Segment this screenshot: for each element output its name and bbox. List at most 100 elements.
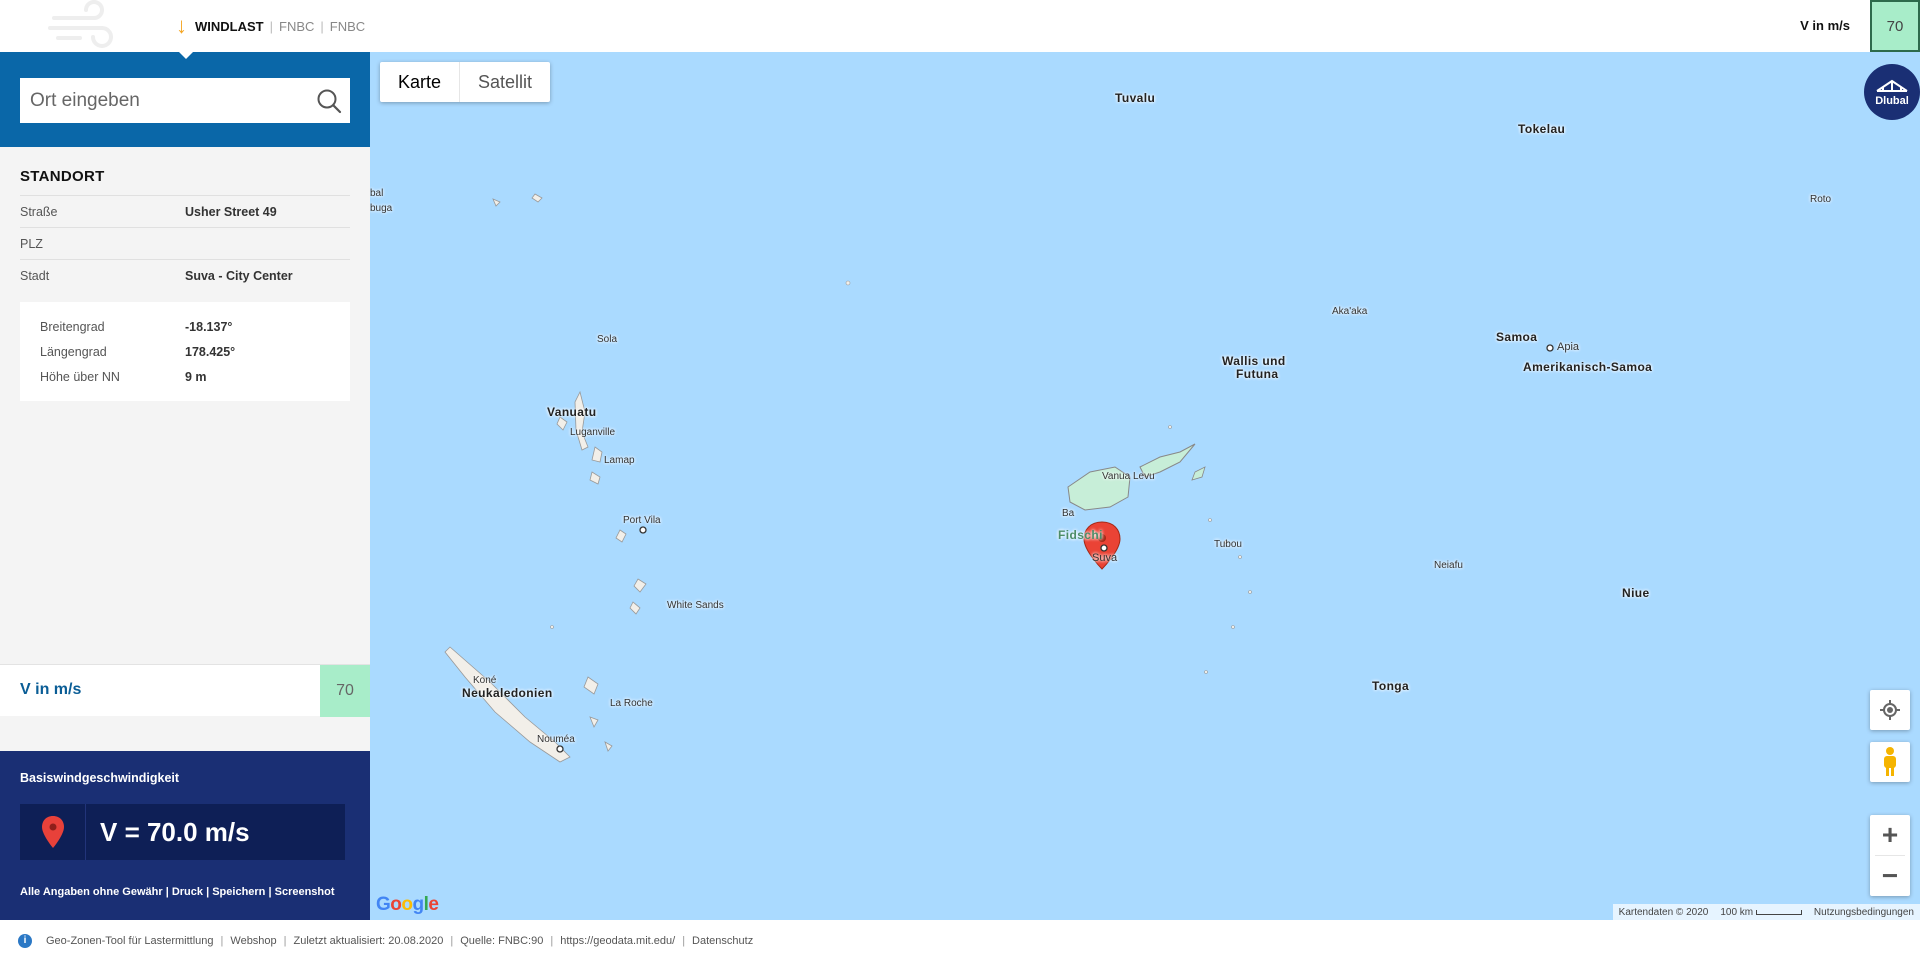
coord-row-elevation: Höhe über NN 9 m xyxy=(40,364,330,389)
search-input[interactable] xyxy=(30,80,310,121)
map-type-satellite-button[interactable]: Satellit xyxy=(460,62,550,102)
footer-item-updated: Zuletzt aktualisiert: 20.08.2020 xyxy=(293,934,444,947)
address-row-city: Stadt Suva - City Center xyxy=(20,260,350,292)
map-label: Apia xyxy=(1557,341,1580,353)
search-icon[interactable] xyxy=(316,88,342,114)
info-icon[interactable]: i xyxy=(18,933,32,948)
nav-item-windlast[interactable]: WINDLAST xyxy=(195,19,264,34)
map-scale[interactable]: 100 km xyxy=(1720,907,1802,918)
my-location-button[interactable] xyxy=(1870,690,1910,730)
print-link[interactable]: Druck xyxy=(172,886,203,898)
footer-separator: | xyxy=(283,934,287,947)
address-row-street: Straße Usher Street 49 xyxy=(20,196,350,228)
sidebar: STANDORT Straße Usher Street 49 PLZ Stad… xyxy=(0,52,370,920)
location-title: STANDORT xyxy=(20,168,350,196)
coord-value: 178.425° xyxy=(185,344,236,359)
link-separator: | xyxy=(206,886,210,898)
dlubal-logo-text: Dlubal xyxy=(1875,95,1909,107)
map-label: Koné xyxy=(473,675,497,686)
v-band-label: V in m/s xyxy=(20,681,82,698)
map-label: bal xyxy=(370,188,384,199)
link-separator: | xyxy=(268,886,272,898)
terms-link[interactable]: Nutzungsbedingungen xyxy=(1814,907,1914,918)
map-label: Vanuatu xyxy=(547,405,597,419)
map-label: buga xyxy=(370,203,393,214)
map-label: Nouméa xyxy=(537,734,575,745)
dlubal-logo[interactable]: Dlubal xyxy=(1864,64,1920,120)
coordinates-box: Breitengrad -18.137° Längengrad 178.425°… xyxy=(20,302,350,401)
map-label: Sola xyxy=(597,334,618,345)
map-type-control: Karte Satellit xyxy=(380,62,551,102)
zoom-out-button[interactable]: − xyxy=(1870,856,1910,896)
map-label: White Sands xyxy=(667,600,724,611)
header-v-label: V in m/s xyxy=(1800,18,1850,33)
disclaimer-link[interactable]: Alle Angaben ohne Gewähr xyxy=(20,886,163,898)
coord-value: 9 m xyxy=(185,369,207,384)
google-logo: Google xyxy=(376,894,439,915)
map-label: Lamap xyxy=(604,455,635,466)
map-label: Roto xyxy=(1810,194,1832,205)
nav-item-fnbc-1[interactable]: FNBC xyxy=(279,19,314,34)
footer: i Geo-Zonen-Tool für Lastermittlung | We… xyxy=(0,920,1920,961)
address-value: Usher Street 49 xyxy=(185,204,277,219)
footer-separator: | xyxy=(450,934,454,947)
coord-label: Breitengrad xyxy=(40,319,105,334)
map-label: Tuvalu xyxy=(1115,91,1156,105)
map-label: Niue xyxy=(1622,586,1650,600)
result-title: Basiswindgeschwindigkeit xyxy=(20,771,180,785)
coord-label: Längengrad xyxy=(40,344,107,359)
address-label: Straße xyxy=(20,204,58,219)
footer-item-privacy[interactable]: Datenschutz xyxy=(692,935,753,947)
map-label: Tubou xyxy=(1214,539,1242,550)
map-label: Neiafu xyxy=(1434,560,1463,571)
v-band[interactable]: V in m/s 70 xyxy=(0,664,370,717)
zoom-control: + − xyxy=(1870,815,1910,896)
map-label: Suva xyxy=(1092,552,1118,564)
location-panel: STANDORT Straße Usher Street 49 PLZ Stad… xyxy=(20,168,350,401)
nav-item-fnbc-2[interactable]: FNBC xyxy=(330,19,365,34)
footer-separator: | xyxy=(550,934,554,947)
result-value: V = 70.0 m/s xyxy=(100,817,250,847)
map-label: Ba xyxy=(1062,508,1075,519)
link-separator: | xyxy=(165,886,169,898)
address-value: Suva - City Center xyxy=(185,269,293,283)
footer-item-tool[interactable]: Geo-Zonen-Tool für Lastermittlung xyxy=(46,935,214,947)
map-data-credit: Kartendaten © 2020 xyxy=(1618,906,1709,918)
address-label: Stadt xyxy=(20,269,50,283)
coord-row-longitude: Längengrad 178.425° xyxy=(40,339,330,364)
map-attribution: Kartendaten © 2020 100 km Nutzungsbeding… xyxy=(1612,904,1920,920)
header-v-value[interactable]: 70 xyxy=(1870,0,1920,52)
nav-separator: | xyxy=(320,18,324,34)
footer-item-webshop[interactable]: Webshop xyxy=(230,935,276,947)
zoom-in-button[interactable]: + xyxy=(1870,815,1910,855)
map-label: Aka'aka xyxy=(1332,306,1368,317)
vanuatu-islands xyxy=(492,193,647,615)
screenshot-link[interactable]: Screenshot xyxy=(275,886,335,898)
coord-label: Höhe über NN xyxy=(40,369,120,384)
new-caledonia xyxy=(444,646,613,763)
coord-value: -18.137° xyxy=(185,319,233,334)
address-label: PLZ xyxy=(20,236,43,251)
map-label: Port Vila xyxy=(623,515,661,526)
footer-separator: | xyxy=(220,934,224,947)
map-label: Luganville xyxy=(570,427,616,438)
result-box: V = 70.0 m/s xyxy=(20,804,345,860)
street-view-button[interactable] xyxy=(1870,742,1910,782)
search-band xyxy=(0,52,370,147)
result-links: Alle Angaben ohne Gewähr | Druck | Speic… xyxy=(20,886,335,898)
coord-row-latitude: Breitengrad -18.137° xyxy=(40,314,330,339)
map-type-map-button[interactable]: Karte xyxy=(380,62,461,102)
map-canvas[interactable]: Karte Satellit Tuvalu Tokelau Roto Aka'a… xyxy=(370,52,1920,920)
dlubal-logo-icon xyxy=(1876,79,1908,92)
map-land-layer xyxy=(444,193,1554,763)
map-label: Tonga xyxy=(1372,679,1410,693)
save-link[interactable]: Speichern xyxy=(212,886,265,898)
map-pin-icon xyxy=(20,804,86,860)
footer-item-url[interactable]: https://geodata.mit.edu/ xyxy=(560,935,675,947)
top-bar: ↓ WINDLAST | FNBC | FNBC V in m/s 70 xyxy=(0,0,1920,52)
wind-logo-icon xyxy=(44,0,124,52)
address-row-zip: PLZ xyxy=(20,228,350,260)
pegman-icon xyxy=(1884,747,1896,776)
v-band-value: 70 xyxy=(320,665,370,717)
map-label: Amerikanisch-Samoa xyxy=(1523,360,1653,374)
